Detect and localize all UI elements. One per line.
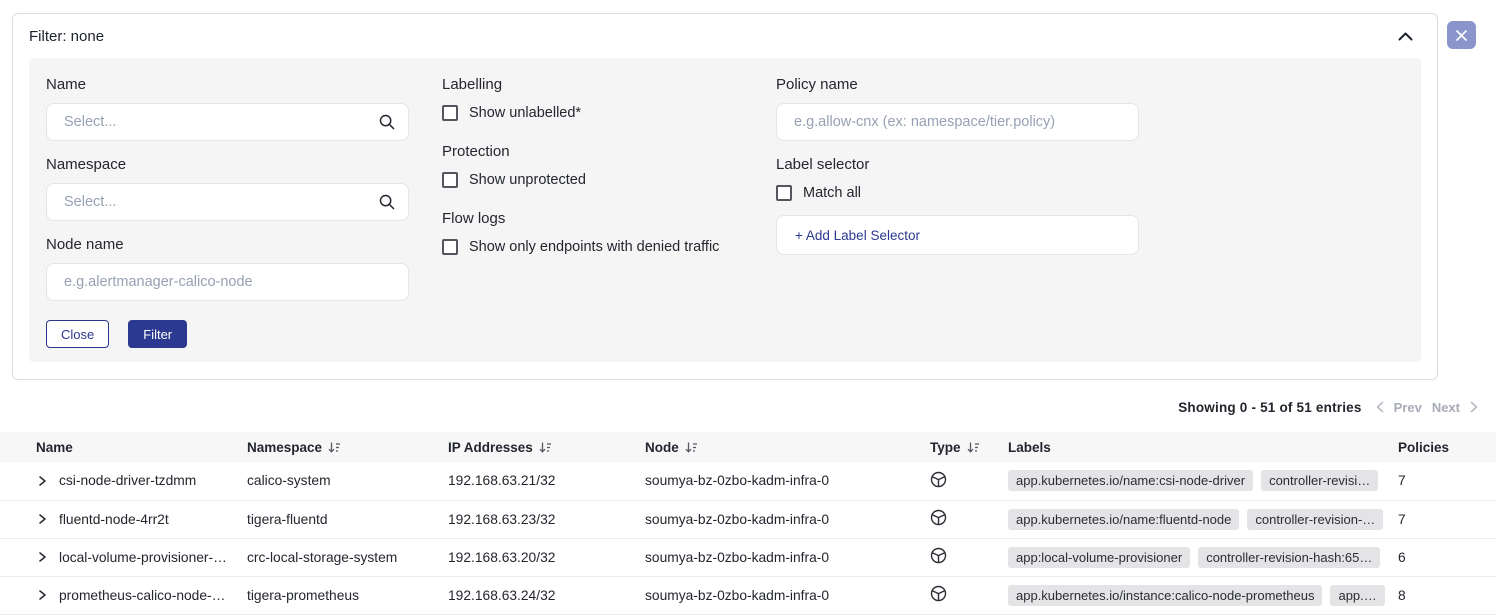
endpoint-name: prometheus-calico-node-… [59, 588, 225, 603]
filter-form: Name Namespace Node name [29, 58, 1421, 362]
endpoint-policies-count: 6 [1396, 538, 1496, 576]
table-row[interactable]: fluentd-node-4rr2t tigera-fluentd 192.16… [0, 500, 1496, 538]
pod-type-icon [930, 471, 947, 488]
collapse-filter-button[interactable] [1394, 28, 1417, 45]
label-pill: controller-revision-hash:65… [1198, 547, 1380, 568]
table-header-row: Name Namespace IP Addresses Node Type La… [0, 432, 1496, 462]
expand-row-icon[interactable] [36, 513, 48, 525]
filter-column-inputs: Name Namespace Node name [46, 75, 409, 348]
filter-button[interactable]: Filter [128, 320, 187, 348]
prev-page-button[interactable]: Prev [1394, 400, 1422, 415]
endpoint-ip: 192.168.63.24/32 [448, 576, 645, 614]
search-icon[interactable] [378, 113, 396, 131]
endpoint-name: fluentd-node-4rr2t [59, 512, 169, 527]
sort-icon[interactable] [967, 441, 980, 454]
show-unprotected-checkbox[interactable] [442, 172, 458, 188]
name-field-label: Name [46, 75, 409, 95]
denied-traffic-checkbox-row[interactable]: Show only endpoints with denied traffic [442, 237, 772, 257]
protection-section-label: Protection [442, 142, 772, 162]
label-pill: controller-revision-… [1247, 509, 1383, 530]
show-unprotected-checkbox-row[interactable]: Show unprotected [442, 170, 772, 190]
show-unlabelled-label: Show unlabelled* [469, 105, 581, 121]
endpoint-ip: 192.168.63.20/32 [448, 538, 645, 576]
pod-type-icon [930, 585, 947, 602]
label-pill: app:local-volume-provisioner [1008, 547, 1190, 568]
table-row[interactable]: csi-node-driver-tzdmm calico-system 192.… [0, 462, 1496, 500]
close-filter-x-button[interactable] [1447, 21, 1476, 49]
label-selector-section-label: Label selector [776, 155, 1139, 175]
node-name-input[interactable] [46, 263, 409, 301]
node-name-field-label: Node name [46, 235, 409, 255]
column-header-labels: Labels [1008, 440, 1051, 455]
column-header-name: Name [36, 440, 73, 455]
endpoint-node: soumya-bz-0zbo-kadm-infra-0 [645, 500, 930, 538]
endpoint-name: csi-node-driver-tzdmm [59, 473, 196, 488]
namespace-field-label: Namespace [46, 155, 409, 175]
show-unprotected-label: Show unprotected [469, 172, 586, 188]
sort-icon[interactable] [539, 441, 552, 454]
column-header-policies: Policies [1398, 440, 1449, 455]
match-all-checkbox-row[interactable]: Match all [776, 183, 1139, 203]
chevron-up-icon [1398, 32, 1413, 41]
chevron-right-icon[interactable] [1470, 401, 1478, 413]
label-pill: controller-revisi… [1261, 470, 1378, 491]
endpoint-ip: 192.168.63.23/32 [448, 500, 645, 538]
filter-column-policy: Policy name Label selector Match all + A… [776, 75, 1139, 255]
labelling-section-label: Labelling [442, 75, 772, 95]
endpoint-node: soumya-bz-0zbo-kadm-infra-0 [645, 576, 930, 614]
endpoint-namespace: tigera-prometheus [247, 576, 448, 614]
policy-name-input[interactable] [776, 103, 1139, 141]
pagination-bar: Showing 0 - 51 of 51 entries Prev Next [1178, 398, 1478, 416]
name-select-input[interactable] [46, 103, 409, 141]
match-all-label: Match all [803, 185, 861, 201]
expand-row-icon[interactable] [36, 475, 48, 487]
label-pill: app.kubernetes.io/name:csi-node-driver [1008, 470, 1253, 491]
pod-type-icon [930, 509, 947, 526]
close-icon [1456, 30, 1467, 41]
filter-column-checkboxes: Labelling Show unlabelled* Protection Sh… [442, 75, 772, 276]
endpoint-namespace: calico-system [247, 462, 448, 500]
endpoint-policies-count: 8 [1396, 576, 1496, 614]
sort-icon[interactable] [328, 441, 341, 454]
policy-name-field-label: Policy name [776, 75, 1139, 95]
show-unlabelled-checkbox[interactable] [442, 105, 458, 121]
show-unlabelled-checkbox-row[interactable]: Show unlabelled* [442, 103, 772, 123]
expand-row-icon[interactable] [36, 589, 48, 601]
filter-panel-header: Filter: none [29, 14, 1421, 58]
table-row[interactable]: local-volume-provisioner-… crc-local-sto… [0, 538, 1496, 576]
label-pill: app.kubernetes.io/instance:calico-node-p… [1008, 585, 1322, 606]
next-page-button[interactable]: Next [1432, 400, 1460, 415]
denied-traffic-checkbox[interactable] [442, 239, 458, 255]
endpoints-table: Name Namespace IP Addresses Node Type La… [0, 432, 1496, 615]
label-pill: app.kubernetes.io/name:fluentd-node [1008, 509, 1239, 530]
pagination-summary: Showing 0 - 51 of 51 entries [1178, 400, 1361, 415]
endpoint-namespace: crc-local-storage-system [247, 538, 448, 576]
endpoint-node: soumya-bz-0zbo-kadm-infra-0 [645, 538, 930, 576]
column-header-namespace[interactable]: Namespace [247, 440, 322, 455]
search-icon[interactable] [378, 193, 396, 211]
filter-panel: Filter: none Name Namespace [12, 13, 1438, 380]
flow-logs-section-label: Flow logs [442, 209, 772, 229]
endpoint-namespace: tigera-fluentd [247, 500, 448, 538]
endpoint-policies-count: 7 [1396, 500, 1496, 538]
chevron-left-icon[interactable] [1376, 401, 1384, 413]
match-all-checkbox[interactable] [776, 185, 792, 201]
column-header-ip-addresses[interactable]: IP Addresses [448, 440, 533, 455]
column-header-node[interactable]: Node [645, 440, 679, 455]
table-row[interactable]: prometheus-calico-node-… tigera-promethe… [0, 576, 1496, 614]
column-header-type[interactable]: Type [930, 440, 961, 455]
close-button[interactable]: Close [46, 320, 109, 348]
namespace-select-input[interactable] [46, 183, 409, 221]
expand-row-icon[interactable] [36, 551, 48, 563]
label-pill: app.… [1330, 585, 1384, 606]
endpoint-node: soumya-bz-0zbo-kadm-infra-0 [645, 462, 930, 500]
sort-icon[interactable] [685, 441, 698, 454]
filter-panel-title: Filter: none [29, 28, 104, 45]
denied-traffic-label: Show only endpoints with denied traffic [469, 239, 719, 255]
pod-type-icon [930, 547, 947, 564]
endpoint-ip: 192.168.63.21/32 [448, 462, 645, 500]
endpoint-policies-count: 7 [1396, 462, 1496, 500]
endpoint-name: local-volume-provisioner-… [59, 550, 227, 565]
add-label-selector-button[interactable]: + Add Label Selector [776, 215, 1139, 255]
